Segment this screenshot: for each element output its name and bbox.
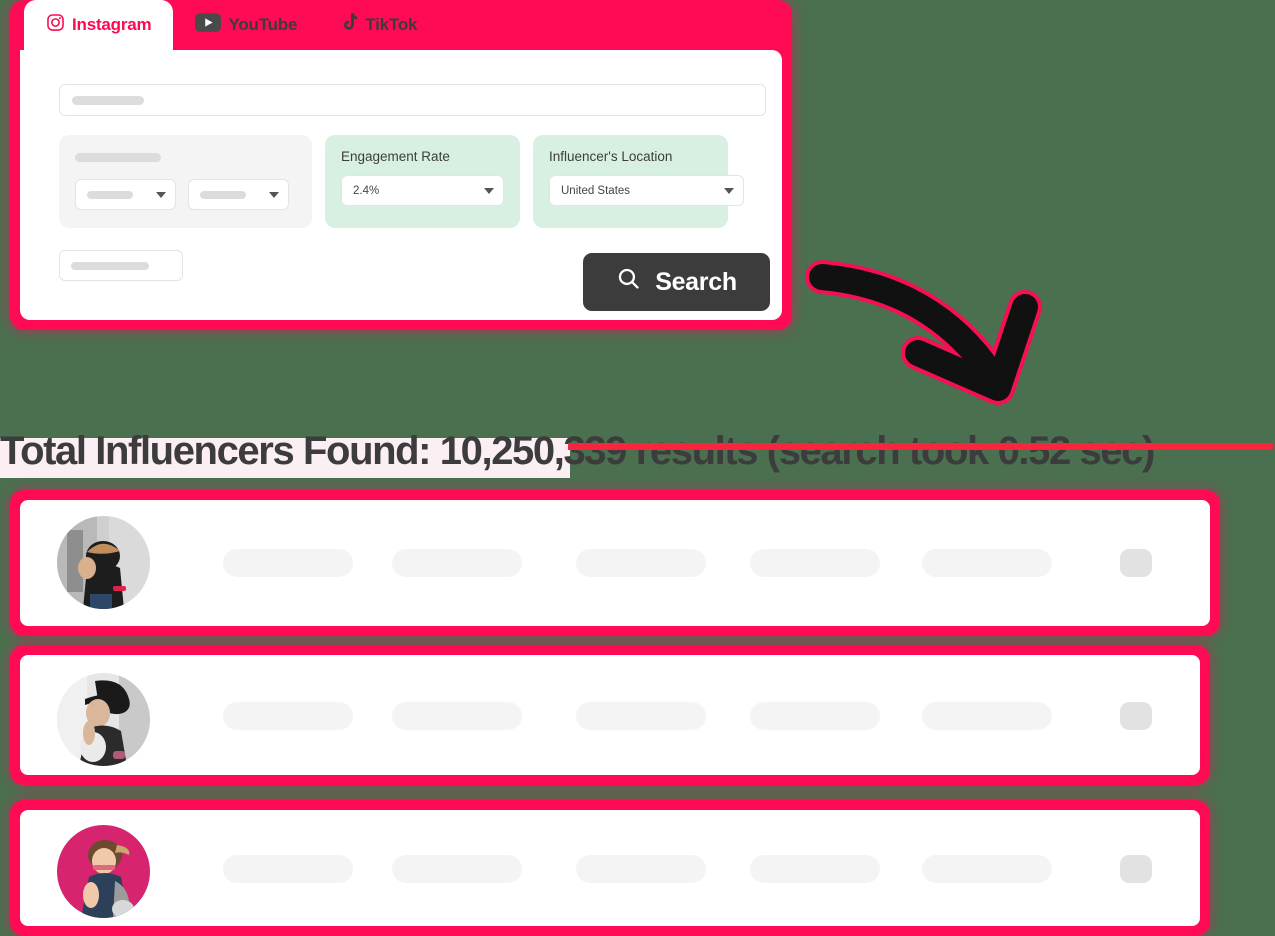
followers-input[interactable]	[59, 250, 183, 281]
filter-card-influencer-location: Influencer's Location United States	[533, 135, 744, 228]
skeleton-pill	[922, 702, 1052, 730]
result-row-inner	[20, 655, 1200, 775]
tab-tiktok[interactable]: TikTok	[319, 0, 439, 50]
skeleton-pill	[392, 549, 522, 577]
chevron-down-icon	[724, 187, 734, 194]
skeleton-pill	[392, 855, 522, 883]
result-row[interactable]	[10, 490, 1220, 636]
keyword-search-input[interactable]	[59, 84, 766, 116]
skeleton-pill	[576, 549, 706, 577]
tab-tiktok-label: TikTok	[365, 15, 418, 34]
tiktok-icon	[341, 13, 358, 37]
skeleton-pill	[576, 702, 706, 730]
category-select-a[interactable]	[75, 179, 176, 210]
search-icon	[616, 266, 641, 298]
filter-select-row	[75, 179, 296, 210]
result-row[interactable]	[10, 800, 1210, 936]
skeleton-action-button[interactable]	[1120, 702, 1152, 730]
chevron-down-icon	[156, 191, 166, 198]
page-root: Instagram YouTube TikTok Engagement Rate…	[0, 0, 1275, 936]
filter-card-engagement-rate: Engagement Rate 2.4%	[325, 135, 520, 228]
chevron-down-icon	[484, 187, 494, 194]
skeleton-pill	[223, 702, 353, 730]
search-panel-body: Engagement Rate 2.4% Influencer's Locati…	[20, 50, 782, 320]
influencer-search-panel: Instagram YouTube TikTok Engagement Rate…	[10, 0, 792, 330]
filter-label-skeleton	[75, 153, 161, 162]
result-row[interactable]	[10, 645, 1210, 785]
result-row-inner	[20, 500, 1210, 626]
search-button-label: Search	[655, 267, 737, 296]
platform-tabs: Instagram YouTube TikTok	[10, 0, 792, 50]
avatar	[57, 516, 150, 609]
skeleton-pill	[223, 855, 353, 883]
curved-down-right-arrow-icon	[800, 245, 1050, 415]
filter-row: Engagement Rate 2.4% Influencer's Locati…	[59, 135, 744, 228]
tab-youtube-label: YouTube	[228, 15, 298, 34]
skeleton-pill	[223, 549, 353, 577]
skeleton-pill	[922, 549, 1052, 577]
category-select-b[interactable]	[188, 179, 289, 210]
select-value-skeleton	[200, 190, 246, 199]
avatar	[57, 825, 150, 918]
skeleton-pill	[576, 855, 706, 883]
skeleton-pill	[750, 855, 880, 883]
results-header-strikethrough	[568, 443, 1273, 450]
tab-instagram[interactable]: Instagram	[24, 0, 174, 50]
skeleton-pill	[922, 855, 1052, 883]
influencer-location-value: United States	[561, 184, 631, 197]
results-header: Total Influencers Found: 10,250,339 resu…	[0, 420, 1275, 482]
engagement-rate-value: 2.4%	[353, 184, 380, 197]
skeleton-action-button[interactable]	[1120, 855, 1152, 883]
result-row-inner	[20, 810, 1200, 926]
results-header-text: Total Influencers Found: 10,250,339 resu…	[0, 429, 1155, 473]
instagram-icon	[46, 13, 65, 37]
keyword-placeholder-skeleton	[72, 96, 144, 105]
skeleton-action-button[interactable]	[1120, 549, 1152, 577]
filter-card-category	[59, 135, 312, 228]
tab-instagram-label: Instagram	[72, 15, 152, 34]
followers-placeholder-skeleton	[71, 262, 149, 270]
select-value-skeleton	[87, 190, 133, 199]
youtube-icon	[195, 13, 222, 37]
skeleton-pill	[750, 549, 880, 577]
avatar	[57, 673, 150, 766]
skeleton-pill	[392, 702, 522, 730]
skeleton-pill	[750, 702, 880, 730]
tab-youtube[interactable]: YouTube	[173, 0, 319, 50]
engagement-rate-select[interactable]: 2.4%	[341, 175, 504, 206]
search-button[interactable]: Search	[583, 253, 770, 311]
chevron-down-icon	[269, 191, 279, 198]
engagement-rate-label: Engagement Rate	[341, 149, 450, 164]
influencer-location-select[interactable]: United States	[549, 175, 744, 206]
influencer-location-label: Influencer's Location	[549, 149, 673, 164]
